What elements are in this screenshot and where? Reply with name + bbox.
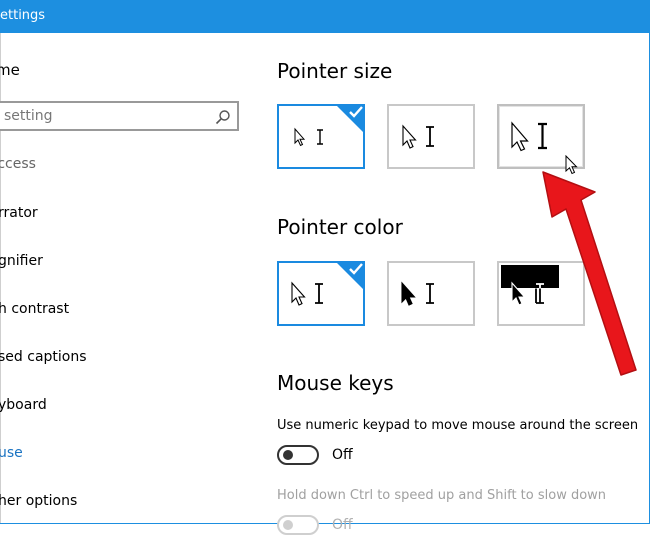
title-bar: ettings (0, 0, 650, 33)
group-header-ease-of-access: Access (0, 156, 36, 172)
pointer-size-medium-option[interactable] (387, 104, 475, 169)
mouse-keys-heading: Mouse keys (277, 371, 394, 395)
pointer-black-glyphs (401, 281, 434, 306)
sidebar: me setting Access rrator gnifier h contr… (0, 33, 250, 524)
search-placeholder: setting (4, 108, 53, 124)
close-icon[interactable] (638, 0, 650, 33)
annotation-arrow-icon (542, 171, 637, 376)
numeric-keypad-toggle[interactable] (277, 445, 319, 465)
pointer-size-heading: Pointer size (277, 59, 393, 83)
sidebar-item-closed-captions[interactable]: sed captions (0, 349, 87, 365)
search-input[interactable]: setting (0, 101, 239, 131)
ctrl-shift-toggle[interactable] (277, 515, 319, 535)
pointer-color-heading: Pointer color (277, 215, 403, 239)
selected-check-icon (335, 104, 365, 134)
sidebar-item-narrator[interactable]: rrator (0, 205, 38, 221)
ctrl-shift-state: Off (332, 517, 353, 533)
sidebar-item-magnifier[interactable]: gnifier (0, 253, 43, 269)
pointer-color-black-option[interactable] (387, 261, 475, 326)
numeric-keypad-state: Off (332, 447, 353, 463)
ctrl-shift-description: Hold down Ctrl to speed up and Shift to … (277, 488, 607, 503)
sidebar-item-mouse[interactable]: use (0, 445, 23, 461)
selected-check-icon (335, 261, 365, 291)
pointer-size-small-option[interactable] (277, 104, 365, 169)
sidebar-item-keyboard[interactable]: yboard (0, 397, 47, 413)
toggle-knob (283, 520, 293, 530)
home-link[interactable]: me (0, 61, 20, 79)
toggle-knob (283, 450, 293, 460)
search-icon[interactable] (215, 109, 231, 125)
sidebar-item-other-options[interactable]: her options (0, 493, 77, 509)
window-title: ettings (0, 8, 46, 23)
pointer-color-white-option[interactable] (277, 261, 365, 326)
sidebar-item-high-contrast[interactable]: h contrast (0, 301, 69, 317)
pointer-medium-glyphs (402, 124, 434, 149)
numeric-keypad-description: Use numeric keypad to move mouse around … (277, 418, 639, 433)
